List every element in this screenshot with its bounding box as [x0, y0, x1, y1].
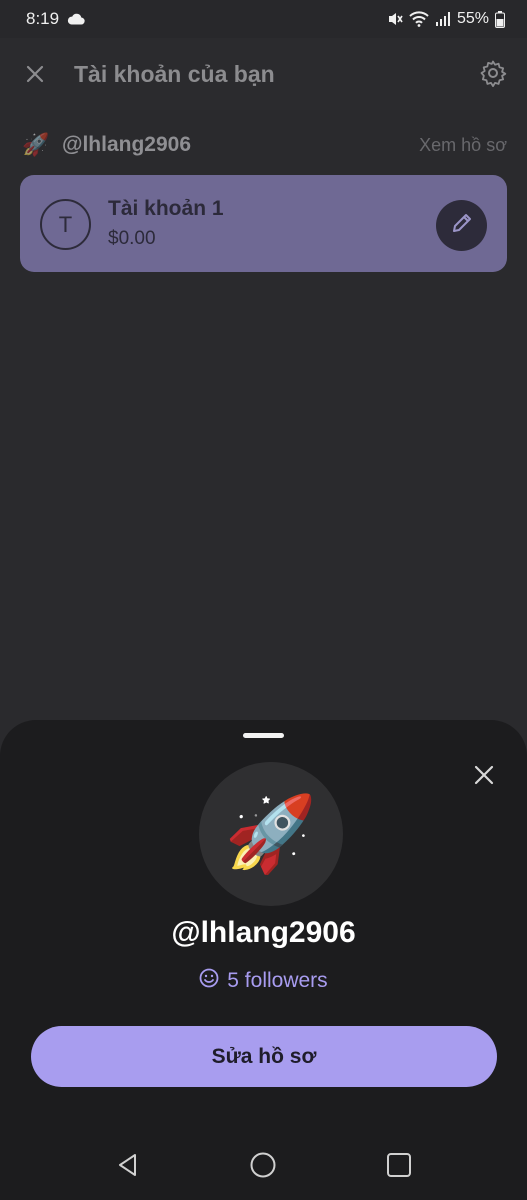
sheet-drag-handle[interactable] — [243, 733, 284, 738]
account-balance: $0.00 — [108, 228, 156, 249]
mute-icon — [387, 11, 403, 27]
status-left: 8:19 — [26, 9, 85, 29]
wifi-icon — [409, 11, 429, 27]
edit-account-button[interactable] — [436, 200, 487, 251]
close-icon[interactable] — [20, 59, 50, 89]
avatar: 🚀 — [199, 762, 343, 906]
pencil-icon — [451, 212, 473, 239]
battery-label: 55% — [456, 10, 489, 27]
home-icon[interactable] — [243, 1145, 283, 1185]
main-content: 🚀 @lhlang2906 Xem hồ sơ T Tài khoản 1 $0… — [0, 110, 527, 720]
rocket-avatar-icon: 🚀 — [22, 132, 50, 157]
view-profile-link[interactable]: Xem hồ sơ — [419, 135, 507, 156]
signal-icon — [435, 12, 451, 26]
system-nav-bar — [0, 1130, 527, 1200]
profile-row[interactable]: 🚀 @lhlang2906 Xem hồ sơ — [22, 130, 507, 160]
smiley-icon — [199, 968, 219, 994]
close-icon[interactable] — [471, 762, 497, 788]
sheet-handle: @lhlang2906 — [171, 916, 356, 949]
profile-handle: @lhlang2906 — [62, 133, 192, 156]
recents-icon[interactable] — [379, 1145, 419, 1185]
status-bar: 8:19 55% — [0, 0, 527, 38]
status-right: 55% — [387, 10, 505, 28]
account-avatar: T — [40, 199, 91, 250]
battery-icon — [495, 10, 505, 28]
cloud-icon — [67, 13, 85, 25]
app-header: Tài khoản của bạn — [0, 38, 527, 110]
edit-profile-button[interactable]: Sửa hồ sơ — [31, 1026, 497, 1087]
followers-label: 5 followers — [227, 969, 328, 992]
page-title: Tài khoản của bạn — [74, 60, 275, 87]
account-card[interactable]: T Tài khoản 1 $0.00 — [20, 175, 507, 272]
followers-count[interactable]: 5 followers — [0, 968, 527, 994]
back-icon[interactable] — [108, 1145, 148, 1185]
status-time: 8:19 — [26, 9, 60, 28]
profile-bottom-sheet: 🚀 @lhlang2906 5 followers Sửa hồ sơ — [0, 720, 527, 1200]
account-name: Tài khoản 1 — [108, 197, 224, 220]
gear-icon[interactable] — [479, 59, 507, 92]
